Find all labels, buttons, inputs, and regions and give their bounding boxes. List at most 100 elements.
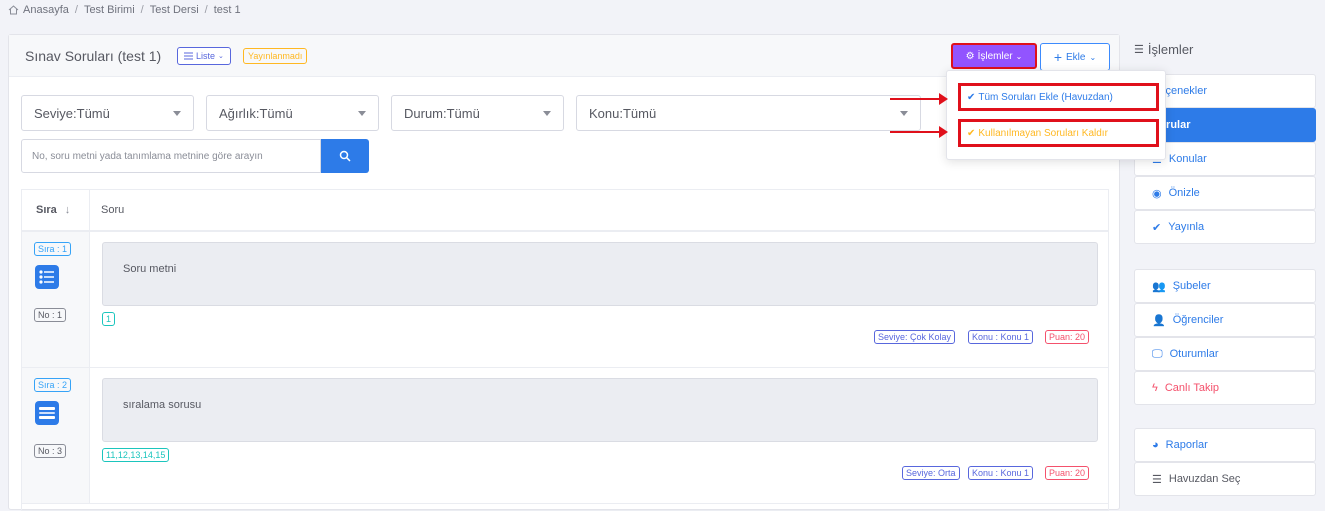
sidebar-item-havuzdan-sec[interactable]: ☰ Havuzdan Seç xyxy=(1134,462,1316,496)
breadcrumb-ders[interactable]: Test Dersi xyxy=(150,4,199,16)
sidebar-item-label: Önizle xyxy=(1168,187,1200,199)
search-button[interactable] xyxy=(321,139,369,173)
sidebar-item-label: Şubeler xyxy=(1172,280,1211,292)
sidebar-item-canli-takip[interactable]: ϟ Canlı Takip xyxy=(1134,371,1316,405)
search-placeholder: No, soru metni yada tanımlama metnine gö… xyxy=(32,150,263,162)
no-tag: No : 1 xyxy=(34,308,67,322)
breadcrumb-birim[interactable]: Test Birimi xyxy=(84,4,135,16)
konu-tag: Konu : Konu 1 xyxy=(968,330,1034,344)
menu-item-label: Tüm Soruları Ekle (Havuzdan) xyxy=(978,91,1113,103)
sidebar-item-ogrenciler[interactable]: 👤 Öğrenciler xyxy=(1134,303,1316,337)
konu-tag: Konu : Konu 1 xyxy=(968,466,1034,480)
sidebar-item-label: Konular xyxy=(1168,153,1207,165)
sidebar-item-label: Oturumlar xyxy=(1169,348,1219,360)
pie-chart-icon: ◕ xyxy=(1152,439,1159,451)
chevron-down-icon: ⌄ xyxy=(1015,51,1023,61)
question-text-box[interactable]: Soru metni xyxy=(102,242,1098,306)
users-icon: 👥 xyxy=(1152,280,1166,293)
sira-tag: Sıra : 2 xyxy=(34,378,72,392)
sidebar-item-label: Öğrenciler xyxy=(1172,314,1224,326)
chevron-down-icon: ⌄ xyxy=(218,53,224,60)
durum-select[interactable]: Durum:Tümü xyxy=(391,95,564,131)
list-icon xyxy=(184,52,193,60)
sidebar-item-yayinla[interactable]: ✔ Yayınla xyxy=(1134,210,1316,244)
breadcrumb-separator: / xyxy=(74,4,78,16)
puan-tag: Puan: 20 xyxy=(1045,330,1090,344)
gear-icon: ⚙ xyxy=(965,50,975,62)
caret-down-icon xyxy=(543,111,551,116)
list-icon: ☰ xyxy=(1152,473,1162,486)
list-icon: ☰ xyxy=(1134,43,1144,56)
ekle-label: Ekle xyxy=(1066,51,1086,63)
sidebar-item-onizle[interactable]: ◉ Önizle xyxy=(1134,176,1316,210)
menu-item-kullanilmayan-kaldir[interactable]: ✔ Kullanılmayan Soruları Kaldır xyxy=(958,119,1159,147)
sira-tag: Sıra : 1 xyxy=(34,242,72,256)
sidebar-item-label: Havuzdan Seç xyxy=(1168,473,1241,485)
breadcrumb-test: test 1 xyxy=(213,4,241,16)
caret-down-icon xyxy=(173,111,181,116)
page-title: Sınav Soruları (test 1) xyxy=(25,48,162,64)
questions-table: Sıra ↓ Soru Sıra : 1 No : 1 Soru metni 1… xyxy=(21,189,1109,511)
sira-header-label: Sıra xyxy=(36,204,57,216)
sidebar-header: ☰ İşlemler xyxy=(1128,34,1317,64)
seviye-tag: Seviye: Çok Kolay xyxy=(874,330,956,344)
durum-select-value: Durum:Tümü xyxy=(404,105,480,121)
puan-tag: Puan: 20 xyxy=(1045,466,1090,480)
check-icon: ✔ xyxy=(1152,221,1162,234)
no-tag: No : 3 xyxy=(34,444,67,458)
table-row: Sıra : 2 No : 3 sıralama sorusu 11,12,13… xyxy=(22,368,1108,504)
bolt-icon: ϟ xyxy=(1152,382,1158,394)
home-icon[interactable] xyxy=(8,5,19,15)
sidebar-title: İşlemler xyxy=(1147,41,1194,57)
agirlik-select-value: Ağırlık:Tümü xyxy=(219,105,293,121)
sira-column-header[interactable]: Sıra ↓ xyxy=(22,190,90,230)
status-badge: Yayınlanmadı xyxy=(243,48,308,64)
sidebar-item-label: Yayınla xyxy=(1168,221,1205,233)
konu-select[interactable]: Konu:Tümü xyxy=(576,95,921,131)
annotation-arrow xyxy=(890,126,948,138)
sort-down-icon: ↓ xyxy=(64,204,71,216)
konu-select-value: Konu:Tümü xyxy=(589,105,657,121)
user-icon: 👤 xyxy=(1152,314,1166,327)
sidebar-item-subeler[interactable]: 👥 Şubeler xyxy=(1134,269,1316,303)
sidebar-item-label: Canlı Takip xyxy=(1164,382,1220,394)
liste-button[interactable]: Liste ⌄ xyxy=(177,47,231,65)
islemler-dropdown-menu: ✔ Tüm Soruları Ekle (Havuzdan) ✔ Kullanı… xyxy=(946,70,1166,160)
breadcrumb-separator: / xyxy=(140,4,144,16)
row-left-cell: Sıra : 2 No : 3 xyxy=(22,368,90,503)
soru-column-header: Soru xyxy=(101,204,125,216)
plus-icon: + xyxy=(1053,49,1063,65)
multiple-choice-icon xyxy=(35,265,59,289)
answer-tag: 11,12,13,14,15 xyxy=(102,448,170,462)
seviye-select-value: Seviye:Tümü xyxy=(34,105,110,121)
breadcrumb-home[interactable]: Anasayfa xyxy=(23,4,69,16)
check-icon: ✔ xyxy=(967,127,976,139)
islemler-button[interactable]: ⚙ İşlemler ⌄ xyxy=(951,43,1037,69)
annotation-arrow xyxy=(890,93,948,105)
islemler-label: İşlemler xyxy=(977,50,1013,62)
sidebar-item-label: Raporlar xyxy=(1165,439,1208,451)
agirlik-select[interactable]: Ağırlık:Tümü xyxy=(206,95,379,131)
menu-item-tum-sorulari-ekle[interactable]: ✔ Tüm Soruları Ekle (Havuzdan) xyxy=(958,83,1159,111)
search-icon xyxy=(339,150,351,162)
table-row: Sıra : 1 No : 1 Soru metni 1 Seviye: Çok… xyxy=(22,232,1108,368)
seviye-tag: Seviye: Orta xyxy=(902,466,960,480)
breadcrumb: Anasayfa / Test Birimi / Test Dersi / te… xyxy=(8,4,241,16)
menu-item-label: Kullanılmayan Soruları Kaldır xyxy=(978,127,1108,139)
liste-label: Liste xyxy=(196,51,216,61)
breadcrumb-separator: / xyxy=(204,4,208,16)
question-text-box[interactable]: sıralama sorusu xyxy=(102,378,1098,442)
row-left-cell: Sıra : 1 No : 1 xyxy=(22,232,90,367)
sidebar-item-oturumlar[interactable]: 🖵 Oturumlar xyxy=(1134,337,1316,371)
sidebar-item-raporlar[interactable]: ◕ Raporlar xyxy=(1134,428,1316,462)
eye-icon: ◉ xyxy=(1152,187,1162,200)
caret-down-icon xyxy=(900,111,908,116)
seviye-select[interactable]: Seviye:Tümü xyxy=(21,95,194,131)
search-input[interactable]: No, soru metni yada tanımlama metnine gö… xyxy=(21,139,321,173)
chevron-down-icon: ⌄ xyxy=(1089,52,1097,62)
answer-tag: 1 xyxy=(102,312,116,326)
ordering-icon xyxy=(35,401,59,425)
ekle-button[interactable]: + Ekle ⌄ xyxy=(1040,43,1110,71)
monitor-icon: 🖵 xyxy=(1152,347,1163,360)
table-header: Sıra ↓ Soru xyxy=(22,190,1108,232)
